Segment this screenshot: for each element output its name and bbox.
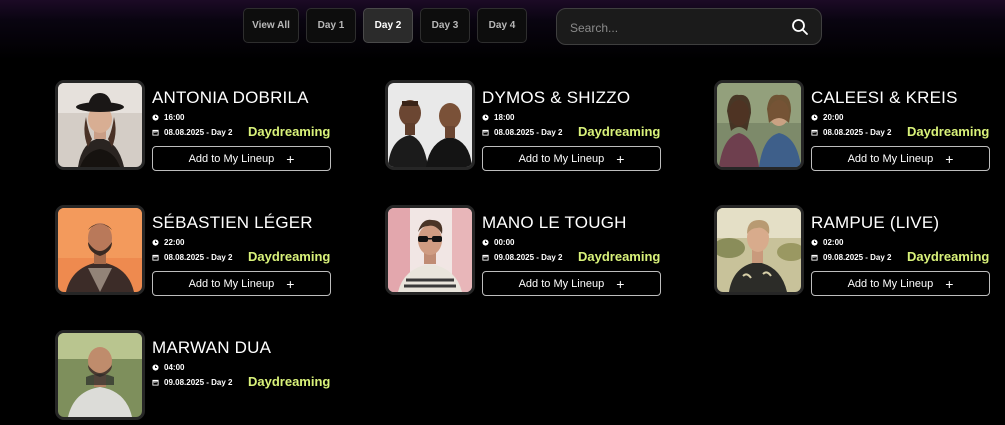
artist-photo — [714, 80, 804, 170]
calendar-icon — [152, 254, 159, 261]
artist-photo — [714, 205, 804, 295]
plus-icon: + — [286, 275, 295, 292]
set-date-value: 09.08.2025 - Day 2 — [494, 253, 563, 262]
artist-photo — [385, 205, 475, 295]
set-date: 08.08.2025 - Day 2 — [482, 128, 563, 137]
plus-icon: + — [945, 275, 954, 292]
set-time-value: 04:00 — [164, 363, 185, 372]
set-date: 08.08.2025 - Day 2 — [152, 128, 233, 137]
artist-name: MARWAN DUA — [152, 338, 272, 357]
artist-card: MANO LE TOUGH 00:00 09.08.2025 - Day 2 D… — [385, 205, 695, 300]
set-date: 08.08.2025 - Day 2 — [811, 128, 892, 137]
set-time: 04:00 — [152, 363, 184, 372]
set-time-value: 00:00 — [494, 238, 515, 247]
set-time-value: 20:00 — [823, 113, 844, 122]
calendar-icon — [152, 129, 159, 136]
add-to-lineup-button[interactable]: Add to My Lineup + — [152, 271, 331, 296]
artist-photo — [55, 80, 145, 170]
set-date-value: 09.08.2025 - Day 2 — [164, 378, 233, 387]
set-time: 20:00 — [811, 113, 843, 122]
set-time: 02:00 — [811, 238, 843, 247]
stage-name: Daydreaming — [248, 374, 331, 389]
search-box — [556, 8, 822, 46]
calendar-icon — [811, 129, 818, 136]
add-to-lineup-label: Add to My Lineup — [518, 152, 605, 165]
set-time: 22:00 — [152, 238, 184, 247]
stage-name: Daydreaming — [907, 249, 990, 264]
plus-icon: + — [616, 275, 625, 292]
set-date-value: 08.08.2025 - Day 2 — [164, 128, 233, 137]
artist-name: CALEESI & KREIS — [811, 88, 958, 107]
day-tabs: View All Day 1 Day 2 Day 3 Day 4 — [243, 8, 527, 43]
artist-name: SÉBASTIEN LÉGER — [152, 213, 313, 232]
set-time: 00:00 — [482, 238, 514, 247]
set-time-value: 22:00 — [164, 238, 185, 247]
set-date-value: 08.08.2025 - Day 2 — [823, 128, 892, 137]
clock-icon — [482, 114, 489, 121]
set-date: 09.08.2025 - Day 2 — [482, 253, 563, 262]
tab-day-3[interactable]: Day 3 — [420, 8, 470, 43]
artist-name: MANO LE TOUGH — [482, 213, 627, 232]
calendar-icon — [152, 379, 159, 386]
clock-icon — [152, 239, 159, 246]
stage-name: Daydreaming — [907, 124, 990, 139]
artist-name: RAMPUE (LIVE) — [811, 213, 940, 232]
artist-card: RAMPUE (LIVE) 02:00 09.08.2025 - Day 2 D… — [714, 205, 1005, 300]
plus-icon: + — [616, 150, 625, 167]
set-time: 18:00 — [482, 113, 514, 122]
add-to-lineup-label: Add to My Lineup — [847, 277, 934, 290]
set-date-value: 09.08.2025 - Day 2 — [823, 253, 892, 262]
add-to-lineup-button[interactable]: Add to My Lineup + — [482, 271, 661, 296]
set-time-value: 02:00 — [823, 238, 844, 247]
set-date: 08.08.2025 - Day 2 — [152, 253, 233, 262]
set-time-value: 18:00 — [494, 113, 515, 122]
clock-icon — [811, 239, 818, 246]
stage-name: Daydreaming — [248, 249, 331, 264]
add-to-lineup-label: Add to My Lineup — [518, 277, 605, 290]
stage-name: Daydreaming — [578, 249, 661, 264]
tab-view-all[interactable]: View All — [243, 8, 299, 43]
set-date: 09.08.2025 - Day 2 — [152, 378, 233, 387]
calendar-icon — [482, 254, 489, 261]
set-date-value: 08.08.2025 - Day 2 — [164, 253, 233, 262]
clock-icon — [152, 114, 159, 121]
set-time: 16:00 — [152, 113, 184, 122]
add-to-lineup-label: Add to My Lineup — [188, 152, 275, 165]
artist-card: ANTONIA DOBRILA 16:00 08.08.2025 - Day 2… — [55, 80, 365, 175]
clock-icon — [152, 364, 159, 371]
add-to-lineup-label: Add to My Lineup — [847, 152, 934, 165]
calendar-icon — [482, 129, 489, 136]
clock-icon — [811, 114, 818, 121]
artist-card: CALEESI & KREIS 20:00 08.08.2025 - Day 2… — [714, 80, 1005, 175]
artist-card: SÉBASTIEN LÉGER 22:00 08.08.2025 - Day 2… — [55, 205, 365, 300]
set-date: 09.08.2025 - Day 2 — [811, 253, 892, 262]
set-time-value: 16:00 — [164, 113, 185, 122]
tab-day-4[interactable]: Day 4 — [477, 8, 527, 43]
add-to-lineup-label: Add to My Lineup — [188, 277, 275, 290]
stage-name: Daydreaming — [248, 124, 331, 139]
add-to-lineup-button[interactable]: Add to My Lineup + — [811, 146, 990, 171]
tab-day-2[interactable]: Day 2 — [363, 8, 413, 43]
search-input[interactable] — [568, 9, 782, 46]
search-icon[interactable] — [791, 18, 809, 36]
artist-card: DYMOS & SHIZZO 18:00 08.08.2025 - Day 2 … — [385, 80, 695, 175]
artist-card: MARWAN DUA 04:00 09.08.2025 - Day 2 Dayd… — [55, 330, 365, 425]
artist-photo — [55, 205, 145, 295]
calendar-icon — [811, 254, 818, 261]
add-to-lineup-button[interactable]: Add to My Lineup + — [152, 146, 331, 171]
plus-icon: + — [286, 150, 295, 167]
clock-icon — [482, 239, 489, 246]
artist-name: DYMOS & SHIZZO — [482, 88, 631, 107]
set-date-value: 08.08.2025 - Day 2 — [494, 128, 563, 137]
artist-photo — [385, 80, 475, 170]
stage-name: Daydreaming — [578, 124, 661, 139]
add-to-lineup-button[interactable]: Add to My Lineup + — [482, 146, 661, 171]
add-to-lineup-button[interactable]: Add to My Lineup + — [811, 271, 990, 296]
artist-photo — [55, 330, 145, 420]
plus-icon: + — [945, 150, 954, 167]
artist-name: ANTONIA DOBRILA — [152, 88, 309, 107]
tab-day-1[interactable]: Day 1 — [306, 8, 356, 43]
